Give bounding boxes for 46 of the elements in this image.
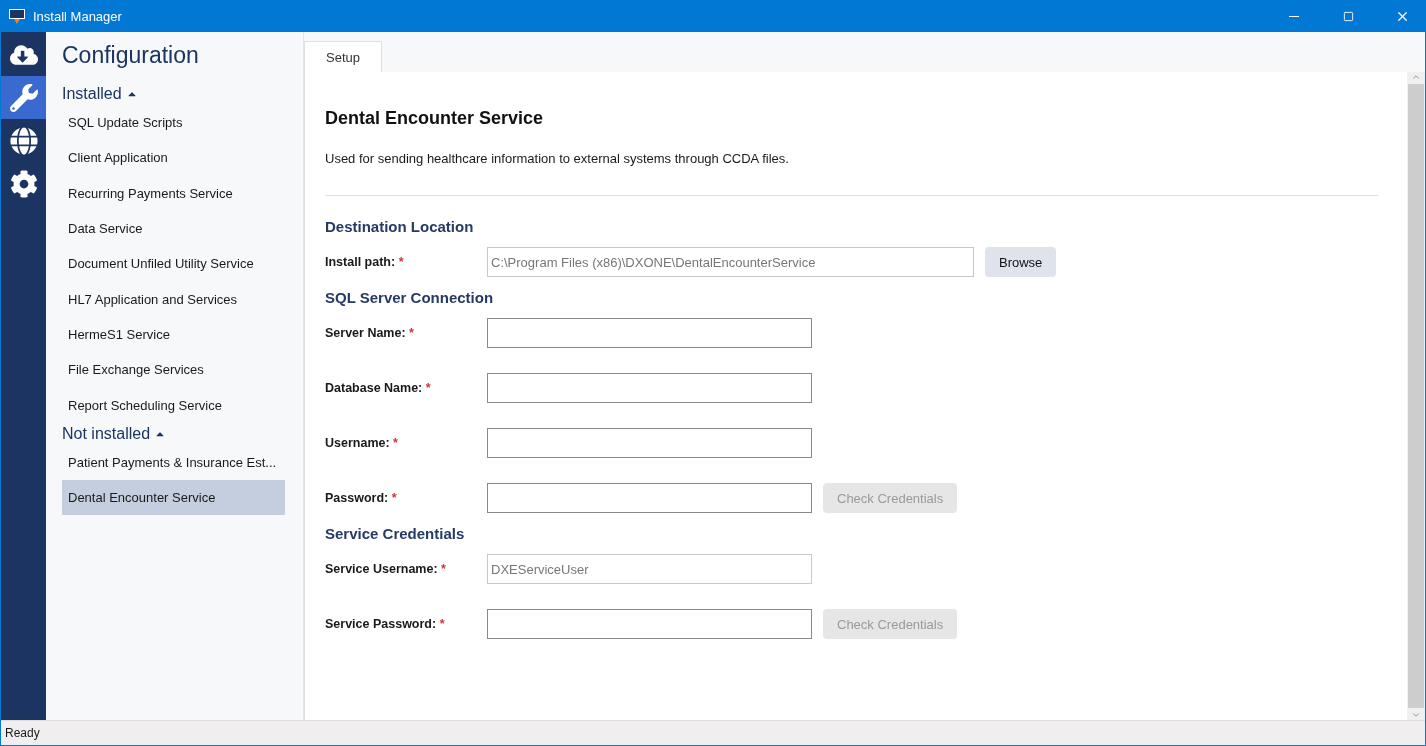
scroll-down-icon[interactable] xyxy=(1411,710,1421,720)
section-title: Destination Location xyxy=(325,218,475,235)
input-field[interactable]: DXEServiceUser xyxy=(487,554,812,584)
field-label: Install path: * xyxy=(325,255,405,269)
tab[interactable]: Setup xyxy=(304,41,382,72)
field-label: Service Password: * xyxy=(325,617,446,631)
sidebar-item[interactable]: SQL Update Scripts xyxy=(62,105,285,141)
input-field[interactable] xyxy=(487,318,812,348)
group-header[interactable]: Not installed xyxy=(62,422,167,445)
field-label: Database Name: * xyxy=(325,381,432,395)
browse-button[interactable]: Browse xyxy=(985,247,1057,277)
section-title: Service Credentials xyxy=(325,525,466,542)
field-label: Username: * xyxy=(325,436,399,450)
window-title: Install Manager xyxy=(33,9,123,24)
maximize-icon xyxy=(1342,11,1354,22)
sidebar-item[interactable]: HL7 Application and Services xyxy=(62,281,285,317)
wrench-icon xyxy=(9,83,38,112)
sidebar-item[interactable]: Patient Payments & Insurance Est... xyxy=(62,444,285,480)
field-label: Service Username: * xyxy=(325,562,447,576)
input-field[interactable] xyxy=(487,373,812,403)
input-field[interactable] xyxy=(487,609,812,639)
input-field[interactable] xyxy=(487,428,812,458)
scroll-up-icon[interactable] xyxy=(1411,72,1421,82)
status-text: Ready xyxy=(5,726,40,740)
sidebar-item[interactable]: File Exchange Services xyxy=(62,352,285,388)
minimize-icon xyxy=(1289,16,1299,17)
sidebar-item[interactable]: Client Application xyxy=(62,140,285,176)
settings-icon xyxy=(9,169,38,198)
wrench-button[interactable] xyxy=(1,76,46,119)
sidebar-item[interactable]: Report Scheduling Service xyxy=(62,387,285,423)
group-header[interactable]: Installed xyxy=(62,83,138,105)
sidebar-item[interactable]: Recurring Payments Service xyxy=(62,175,285,211)
field-label: Server Name: * xyxy=(325,326,415,340)
sidebar-item[interactable]: Document Unfiled Utility Service xyxy=(62,246,285,282)
path-field[interactable]: C:\Program Files (x86)\DXONE\DentalEncounterService xyxy=(487,247,974,277)
sidebar-item[interactable]: HermeS1 Service xyxy=(62,316,285,353)
input-field[interactable] xyxy=(487,483,812,513)
sidebar-title: Configuration xyxy=(62,42,200,69)
section-title: SQL Server Connection xyxy=(325,289,495,306)
sidebar-item[interactable]: Data Service xyxy=(62,210,285,247)
field-label: Password: * xyxy=(325,491,398,505)
sidebar-item[interactable]: Dental Encounter Service xyxy=(62,479,285,516)
globe-icon xyxy=(9,126,38,155)
service-title: Dental Encounter Service xyxy=(325,108,545,129)
service-description: Used for sending healthcare information to external systems through CCDA files. xyxy=(325,151,790,166)
app-logo-icon xyxy=(9,8,25,25)
